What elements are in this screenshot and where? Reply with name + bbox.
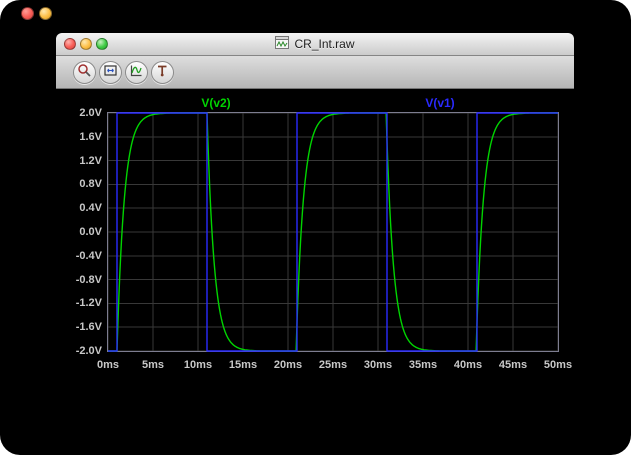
- x-tick-label: 45ms: [491, 358, 535, 372]
- y-tick-label: -1.2V: [56, 296, 102, 310]
- legend-V(v2)[interactable]: V(v2): [176, 96, 256, 110]
- y-tick-label: 1.6V: [56, 130, 102, 144]
- background-window-close-button[interactable]: [21, 7, 34, 20]
- close-button[interactable]: [64, 38, 76, 50]
- plot-pane: V(v2) V(v1) 2.0V 1.6V 1.2V 0.8V 0.4V 0.0V -0.4V…: [56, 90, 574, 422]
- titlebar[interactable]: CR_Int.raw: [56, 33, 574, 56]
- toolbar: [56, 56, 574, 89]
- x-tick-label: 20ms: [266, 358, 310, 372]
- x-tick-label: 30ms: [356, 358, 400, 372]
- plot-canvas[interactable]: [107, 112, 559, 352]
- x-tick-label: 40ms: [446, 358, 490, 372]
- y-tick-label: -0.8V: [56, 273, 102, 287]
- probe-button[interactable]: [151, 61, 174, 84]
- y-tick-label: 1.2V: [56, 154, 102, 168]
- zoom-full-extents-icon: [103, 63, 118, 81]
- x-tick-label: 50ms: [536, 358, 574, 372]
- window-title-text: CR_Int.raw: [294, 37, 354, 51]
- window-title: CR_Int.raw: [275, 36, 354, 52]
- zoom-full-extents-button[interactable]: [99, 61, 122, 84]
- x-tick-label: 35ms: [401, 358, 445, 372]
- x-tick-label: 5ms: [131, 358, 175, 372]
- x-tick-label: 15ms: [221, 358, 265, 372]
- minimize-button[interactable]: [80, 38, 92, 50]
- y-tick-label: -1.6V: [56, 320, 102, 334]
- y-tick-label: 0.8V: [56, 177, 102, 191]
- zoom-button-toolbar[interactable]: [73, 61, 96, 84]
- plot-settings-button[interactable]: [125, 61, 148, 84]
- y-tick-label: 2.0V: [56, 106, 102, 120]
- zoom-icon: [77, 63, 92, 81]
- legend-V(v1)[interactable]: V(v1): [400, 96, 480, 110]
- x-tick-label: 25ms: [311, 358, 355, 372]
- plot-settings-icon: [129, 63, 144, 81]
- x-tick-label: 0ms: [86, 358, 130, 372]
- background-window-minimize-button[interactable]: [39, 7, 52, 20]
- waveform-document-icon: [275, 36, 289, 52]
- probe-icon: [155, 63, 170, 81]
- x-tick-label: 10ms: [176, 358, 220, 372]
- y-tick-label: -0.4V: [56, 249, 102, 263]
- y-tick-label: 0.0V: [56, 225, 102, 239]
- zoom-button[interactable]: [96, 38, 108, 50]
- waveform-viewer-window: CR_Int.raw: [56, 33, 574, 422]
- y-tick-label: 0.4V: [56, 201, 102, 215]
- y-tick-label: -2.0V: [56, 344, 102, 358]
- desktop-background: CR_Int.raw: [0, 0, 631, 455]
